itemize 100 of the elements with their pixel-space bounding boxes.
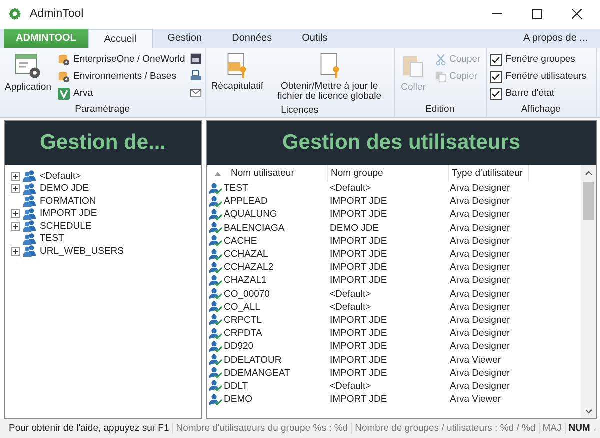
table-cell-text: IMPORT JDE xyxy=(329,354,388,366)
group-icon xyxy=(23,195,37,208)
table-cell-text: <Default> xyxy=(329,288,372,300)
panel-header: Gestion de... xyxy=(5,121,201,165)
table-cell-text: Arva Designer xyxy=(449,236,512,247)
user-check-icon xyxy=(209,380,223,392)
user-check-icon xyxy=(209,340,223,353)
group-icon xyxy=(23,220,37,232)
scroll-thumb[interactable] xyxy=(583,182,594,220)
table-cell-text: IMPORT JDE xyxy=(329,249,388,260)
column-header[interactable]: Type d'utilisateur xyxy=(449,165,529,182)
tree-item[interactable]: TEST xyxy=(40,233,64,244)
user-check-icon xyxy=(209,262,223,274)
check-icon xyxy=(490,72,501,82)
scroll-down-icon[interactable] xyxy=(584,409,592,414)
user-check-icon xyxy=(209,182,223,195)
table-cell-text: Arva Designer xyxy=(449,380,512,392)
printer-icon[interactable] xyxy=(190,70,202,82)
application-button[interactable]: Application xyxy=(3,50,54,104)
ribbon-button[interactable]: Environnements / Bases xyxy=(56,69,188,84)
table-cell: CO_00070 xyxy=(224,288,270,300)
ribbon-tab[interactable]: Accueil xyxy=(88,29,153,48)
check-icon xyxy=(490,54,501,64)
table-cell-text: DEMO JDE xyxy=(329,222,380,234)
table-cell-text: Arva Designer xyxy=(449,209,512,220)
column-header[interactable]: Nom groupe xyxy=(328,165,449,182)
table-cell: APPLEAD xyxy=(224,196,268,208)
licence-button[interactable]: Récapitulatif xyxy=(209,50,266,105)
letter-v-icon xyxy=(58,88,70,100)
ribbon-button[interactable]: EnterpriseOne / OneWorld xyxy=(56,52,188,67)
scroll-up-icon[interactable] xyxy=(584,171,592,176)
expand-icon[interactable] xyxy=(11,222,20,231)
table-cell-text: Arva Designer xyxy=(449,183,512,194)
tree-item[interactable]: IMPORT JDE xyxy=(40,208,98,220)
status-text: NUM xyxy=(564,423,594,434)
database-icon xyxy=(58,70,70,82)
tree-item[interactable]: FORMATION xyxy=(40,196,96,207)
expand-icon[interactable] xyxy=(11,246,20,256)
table-cell-text: IMPORT JDE xyxy=(329,209,388,220)
tree-item[interactable]: DEMO JDE xyxy=(40,183,90,194)
table-cell-text: Arva Viewer xyxy=(449,354,502,366)
user-check-icon xyxy=(209,301,223,314)
licence-button[interactable]: Obtenir/Mettre à jour le fichier de licence globale xyxy=(268,50,391,105)
view-checkbox[interactable]: Barre d'état xyxy=(490,86,592,101)
group-label: Affichage xyxy=(520,104,562,117)
maximize-icon[interactable] xyxy=(532,8,542,18)
table-cell: CCHAZAL xyxy=(224,249,268,260)
scrollbar[interactable] xyxy=(581,165,596,418)
user-check-icon xyxy=(209,274,223,287)
table-cell: DDEMANGEAT xyxy=(224,368,290,379)
app-window-icon xyxy=(14,52,42,80)
tree-item[interactable]: <Default> xyxy=(40,170,82,182)
envelope-icon[interactable] xyxy=(190,87,202,99)
expand-icon[interactable] xyxy=(11,209,20,218)
table-cell: CACHE xyxy=(224,236,258,247)
table-cell: AQUALUNG xyxy=(224,209,278,220)
status-text: MAJ xyxy=(538,423,565,434)
tree-item[interactable]: SCHEDULE xyxy=(40,220,92,232)
table-cell: DD920 xyxy=(224,341,254,352)
window-title: AdminTool xyxy=(30,8,84,20)
about-link[interactable]: A propos de ... xyxy=(524,33,600,44)
user-check-icon xyxy=(209,208,223,221)
table-cell: BALENCIAGA xyxy=(224,222,285,234)
table-cell: DDELATOUR xyxy=(224,354,282,366)
user-check-icon xyxy=(209,394,223,406)
view-checkbox[interactable]: Fenêtre groupes xyxy=(490,52,592,67)
table-cell-text: <Default> xyxy=(329,380,372,392)
group-label: Edition xyxy=(424,104,456,117)
view-checkbox[interactable]: Fenêtre utilisateurs xyxy=(490,69,592,84)
table-cell-text: IMPORT JDE xyxy=(329,394,388,406)
table-cell-text: <Default> xyxy=(329,183,372,194)
tree-item[interactable]: URL_WEB_USERS xyxy=(40,246,124,257)
close-icon[interactable] xyxy=(572,8,582,18)
expand-icon[interactable] xyxy=(11,172,20,181)
ribbon-tab[interactable]: Gestion xyxy=(152,29,218,48)
table-cell-text: IMPORT JDE xyxy=(329,196,388,208)
group-icon xyxy=(23,182,37,195)
group-label: Licences xyxy=(280,104,320,118)
table-cell: CRPCTL xyxy=(224,314,262,326)
table-cell-text: Arva Designer xyxy=(449,275,512,286)
ribbon-tab[interactable]: Données xyxy=(217,29,288,48)
group-icon xyxy=(23,232,37,245)
expand-icon[interactable] xyxy=(11,184,20,194)
user-check-icon xyxy=(209,248,223,261)
user-check-icon xyxy=(209,314,223,326)
group-icon xyxy=(23,170,37,182)
user-check-icon xyxy=(209,354,223,366)
user-check-icon xyxy=(209,235,223,248)
table-cell-text: IMPORT JDE xyxy=(329,262,388,274)
status-text: Pour obtenir de l'aide, appuyez sur F1 xyxy=(8,423,170,434)
ribbon-tab[interactable]: Outils xyxy=(287,29,343,48)
copy-icon xyxy=(434,70,447,82)
table-cell: CCHAZAL2 xyxy=(224,262,274,274)
table-cell-text: Arva Designer xyxy=(449,302,512,313)
table-cell-text: Arva Designer xyxy=(449,262,512,274)
table-cell-text: Arva Designer xyxy=(449,314,512,326)
table-cell: TEST xyxy=(224,183,248,194)
column-header[interactable]: Nom utilisateur xyxy=(207,165,328,182)
scissors-icon xyxy=(434,54,447,66)
ribbon-button[interactable]: Arva xyxy=(56,86,188,101)
